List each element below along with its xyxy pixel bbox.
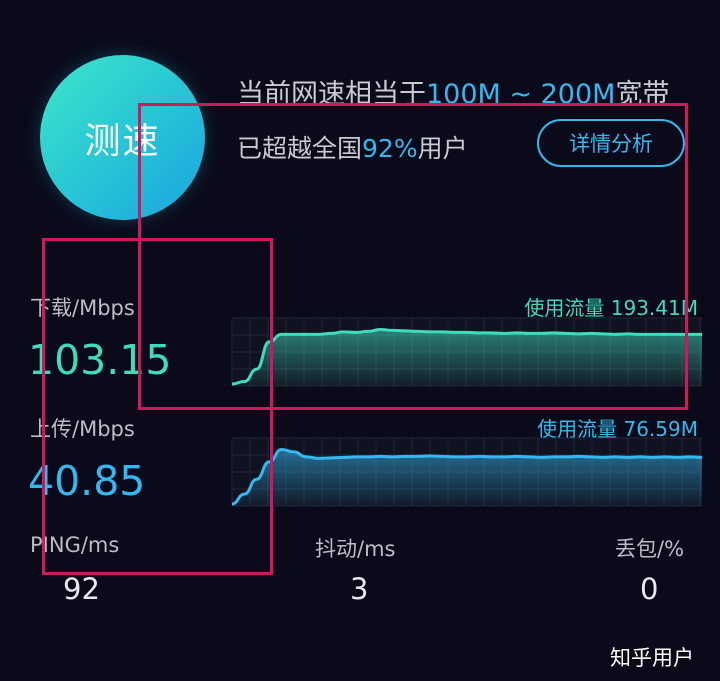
watermark: 知乎用户: [610, 646, 694, 670]
loss-value: 0: [640, 572, 659, 606]
ping-value: 92: [63, 572, 100, 606]
annotation-box-left: [42, 238, 273, 575]
upload-chart: [231, 437, 703, 507]
jitter-value: 3: [350, 572, 369, 606]
jitter-label: 抖动/ms: [315, 537, 396, 561]
loss-label: 丢包/%: [615, 537, 685, 561]
